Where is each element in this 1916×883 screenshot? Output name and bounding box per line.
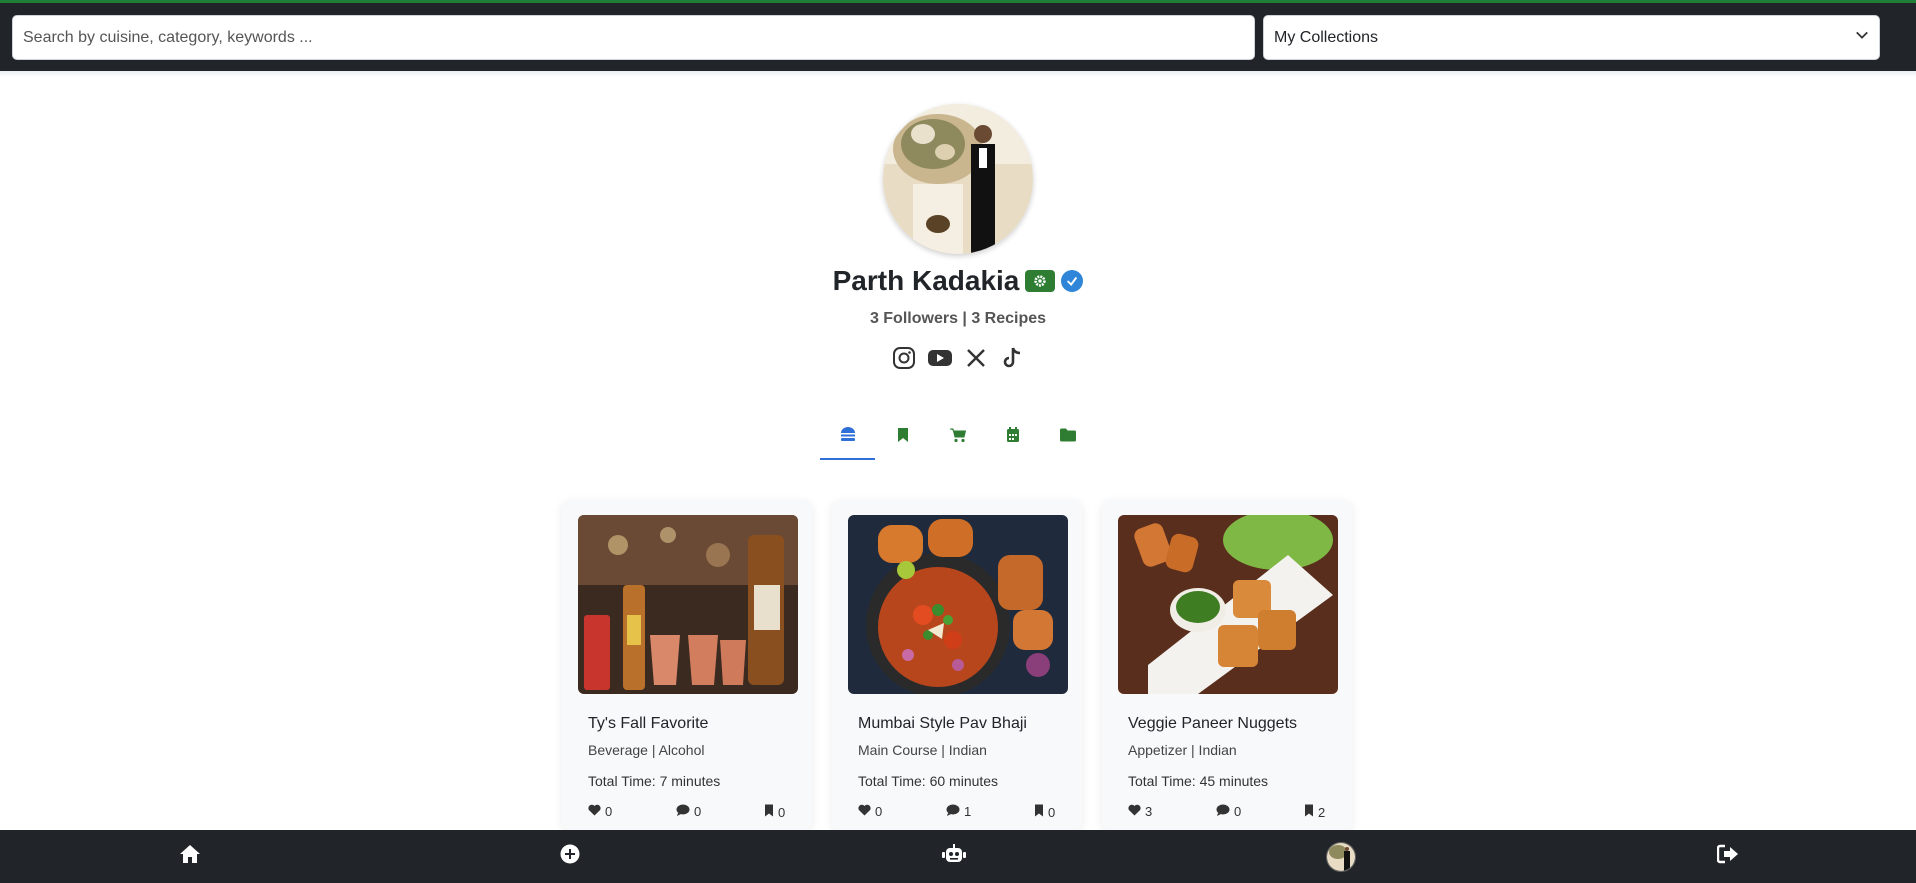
- nav-profile[interactable]: [1321, 830, 1361, 883]
- tab-shopping[interactable]: [930, 415, 985, 460]
- bookmark-icon: [1034, 804, 1044, 820]
- profile-avatar-small: [1326, 841, 1356, 872]
- recipe-card[interactable]: Mumbai Style Pav Bhaji Main Course | Ind…: [832, 500, 1082, 830]
- bookmark-icon: [764, 804, 774, 820]
- comment-button[interactable]: 1: [946, 804, 971, 819]
- logout-icon: [1716, 844, 1739, 869]
- recipe-time: Total Time: 7 minutes: [588, 773, 721, 789]
- chevron-down-icon: [1855, 28, 1869, 47]
- add-icon: [560, 844, 580, 869]
- nav-logout[interactable]: [1708, 830, 1748, 883]
- recipe-title: Veggie Paneer Nuggets: [1128, 715, 1298, 732]
- nav-assistant[interactable]: [934, 830, 974, 883]
- comment-icon: [946, 804, 960, 819]
- profile-avatar: [883, 104, 1033, 254]
- like-count: 3: [1145, 804, 1153, 819]
- search-input[interactable]: [12, 15, 1255, 60]
- like-button[interactable]: 3: [1128, 804, 1152, 819]
- recipe-image: [848, 515, 1068, 694]
- save-button[interactable]: 0: [1034, 804, 1055, 820]
- gear-icon: [1025, 270, 1056, 292]
- nav-home[interactable]: [170, 830, 210, 883]
- profile-name-row: Parth Kadakia: [0, 265, 1916, 297]
- robot-icon: [942, 844, 966, 869]
- topbar-shadow: [0, 71, 1916, 77]
- recipe-category: Beverage | Alcohol: [588, 742, 705, 758]
- like-count: 0: [875, 804, 883, 819]
- top-bar: My Collections: [0, 0, 1916, 71]
- comment-button[interactable]: 0: [676, 804, 701, 819]
- save-button[interactable]: 2: [1304, 804, 1325, 820]
- calendar-icon: [1006, 427, 1020, 448]
- cart-icon: [949, 427, 966, 448]
- tab-saved[interactable]: [875, 415, 930, 460]
- collections-select[interactable]: My Collections: [1263, 15, 1880, 60]
- save-count: 0: [778, 804, 786, 820]
- nav-add-recipe[interactable]: [550, 830, 590, 883]
- like-button[interactable]: 0: [588, 804, 612, 819]
- home-icon: [179, 844, 201, 869]
- comment-icon: [676, 804, 690, 819]
- comment-icon: [1216, 804, 1230, 819]
- like-button[interactable]: 0: [858, 804, 882, 819]
- folder-icon: [1059, 428, 1076, 447]
- youtube-icon[interactable]: [927, 345, 953, 371]
- recipe-time: Total Time: 60 minutes: [858, 773, 999, 789]
- profile-tabs: [820, 415, 1096, 460]
- recipe-category: Appetizer | Indian: [1128, 742, 1237, 758]
- heart-icon: [1128, 804, 1141, 819]
- recipe-card[interactable]: Ty's Fall Favorite Beverage | Alcohol To…: [562, 500, 812, 830]
- profile-name: Parth Kadakia: [832, 265, 1020, 296]
- recipe-card[interactable]: Veggie Paneer Nuggets Appetizer | Indian…: [1102, 500, 1352, 830]
- like-count: 0: [605, 804, 613, 819]
- bookmark-icon: [896, 427, 910, 448]
- save-button[interactable]: 0: [764, 804, 785, 820]
- recipe-time: Total Time: 45 minutes: [1128, 773, 1269, 789]
- heart-icon: [858, 804, 871, 819]
- recipe-title: Ty's Fall Favorite: [588, 715, 709, 732]
- comment-button[interactable]: 0: [1216, 804, 1241, 819]
- collections-selected-label: My Collections: [1274, 28, 1379, 46]
- comment-count: 0: [694, 804, 702, 819]
- recipe-title: Mumbai Style Pav Bhaji: [858, 715, 1027, 732]
- instagram-icon[interactable]: [891, 345, 917, 371]
- recipe-stats: 3 0 2: [1128, 804, 1328, 820]
- x-icon[interactable]: [963, 345, 989, 371]
- tab-recipes[interactable]: [820, 415, 875, 460]
- tab-meal-plan[interactable]: [985, 415, 1040, 460]
- recipe-image: [1118, 515, 1338, 694]
- tab-collections[interactable]: [1040, 415, 1095, 460]
- bottom-nav: [0, 830, 1916, 883]
- comment-count: 0: [1234, 804, 1242, 819]
- bookmark-icon: [1304, 804, 1314, 820]
- comment-count: 1: [964, 804, 972, 819]
- recipe-stats: 0 1 0: [858, 804, 1058, 820]
- verified-icon: [1061, 270, 1084, 292]
- save-count: 2: [1318, 804, 1326, 820]
- recipe-category: Main Course | Indian: [858, 742, 987, 758]
- tiktok-icon[interactable]: [999, 345, 1025, 371]
- recipe-stats: 0 0 0: [588, 804, 788, 820]
- heart-icon: [588, 804, 601, 819]
- recipe-image: [578, 515, 798, 694]
- save-count: 0: [1048, 804, 1056, 820]
- social-links: [0, 345, 1916, 371]
- burger-icon: [840, 426, 856, 447]
- profile-stats: 3 Followers | 3 Recipes: [869, 310, 1047, 327]
